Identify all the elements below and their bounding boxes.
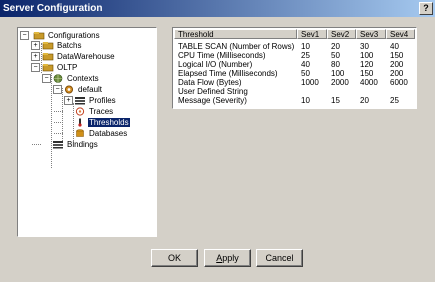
tree-line bbox=[51, 73, 52, 168]
cell-sev2[interactable]: 50 bbox=[327, 51, 356, 60]
tree-label: OLTP bbox=[57, 63, 78, 72]
tree-label: Configurations bbox=[48, 31, 100, 40]
table-row[interactable]: TABLE SCAN (Number of Rows) 10 20 30 40 bbox=[174, 42, 415, 51]
table-row[interactable]: Logical I/O (Number) 40 80 120 200 bbox=[174, 60, 415, 69]
bindings-icon bbox=[53, 141, 63, 149]
collapse-icon[interactable]: − bbox=[53, 85, 62, 94]
cell-sev1[interactable]: 25 bbox=[297, 51, 327, 60]
cell-sev1[interactable]: 10 bbox=[297, 96, 327, 105]
database-icon bbox=[76, 129, 84, 137]
cell-threshold: User Defined String bbox=[178, 87, 248, 96]
cell-sev1[interactable]: 10 bbox=[297, 42, 327, 51]
globe-icon bbox=[53, 74, 63, 83]
column-header-sev2[interactable]: Sev2 bbox=[327, 29, 356, 39]
tree-label: Bindings bbox=[67, 140, 98, 149]
tree-line bbox=[54, 133, 63, 134]
cell-sev4[interactable]: 200 bbox=[386, 69, 415, 78]
grid-body: TABLE SCAN (Number of Rows) 10 20 30 40 … bbox=[174, 42, 415, 105]
cell-sev3[interactable] bbox=[356, 87, 386, 96]
tree-label: default bbox=[78, 85, 103, 94]
database-folder-icon bbox=[42, 42, 54, 50]
profiles-icon bbox=[75, 97, 85, 105]
collapse-icon[interactable]: − bbox=[31, 63, 40, 72]
traces-icon bbox=[75, 107, 85, 116]
window-title: Server Configuration bbox=[3, 3, 103, 14]
database-folder-icon bbox=[33, 32, 45, 40]
column-header-sev1[interactable]: Sev1 bbox=[297, 29, 327, 39]
expand-icon[interactable]: + bbox=[64, 96, 73, 105]
apply-button[interactable]: Apply bbox=[204, 249, 251, 267]
cell-sev1[interactable]: 1000 bbox=[297, 78, 327, 87]
cell-sev4[interactable]: 6000 bbox=[386, 78, 415, 87]
tree-label: Profiles bbox=[89, 96, 116, 105]
cell-sev3[interactable]: 30 bbox=[356, 42, 386, 51]
cell-sev1[interactable] bbox=[297, 87, 327, 96]
cancel-button[interactable]: Cancel bbox=[256, 249, 303, 267]
cell-sev4[interactable]: 40 bbox=[386, 42, 415, 51]
apply-label: pply bbox=[222, 253, 239, 263]
tree-label: Thresholds bbox=[88, 118, 130, 127]
cell-sev2[interactable]: 2000 bbox=[327, 78, 356, 87]
column-header-threshold[interactable]: Threshold bbox=[174, 29, 297, 39]
column-header-sev4[interactable]: Sev4 bbox=[386, 29, 415, 39]
config-tree[interactable]: − Configurations + Batchs + DataWarehous… bbox=[17, 27, 157, 237]
expand-icon[interactable]: + bbox=[31, 52, 40, 61]
database-folder-icon bbox=[42, 64, 54, 72]
gear-icon bbox=[65, 85, 73, 94]
table-row[interactable]: Message (Severity) 10 15 20 25 bbox=[174, 96, 415, 105]
tree-label: Contexts bbox=[67, 74, 99, 83]
thresholds-icon bbox=[78, 118, 82, 127]
cell-sev2[interactable]: 20 bbox=[327, 42, 356, 51]
collapse-icon[interactable]: − bbox=[20, 31, 29, 40]
ok-button[interactable]: OK bbox=[151, 249, 198, 267]
tree-label: Batchs bbox=[57, 41, 82, 50]
title-bar: Server Configuration ? bbox=[0, 0, 435, 17]
table-row[interactable]: User Defined String bbox=[174, 87, 415, 96]
cell-sev2[interactable]: 100 bbox=[327, 69, 356, 78]
table-row[interactable]: CPU Time (Milliseconds) 25 50 100 150 bbox=[174, 51, 415, 60]
cell-sev4[interactable]: 150 bbox=[386, 51, 415, 60]
tree-line bbox=[54, 122, 63, 123]
cell-threshold: CPU Time (Milliseconds) bbox=[178, 51, 266, 60]
cell-threshold: Data Flow (Bytes) bbox=[178, 78, 242, 87]
cell-sev3[interactable]: 150 bbox=[356, 69, 386, 78]
cell-sev2[interactable]: 15 bbox=[327, 96, 356, 105]
cell-sev2[interactable] bbox=[327, 87, 356, 96]
column-header-sev3[interactable]: Sev3 bbox=[356, 29, 386, 39]
cell-sev1[interactable]: 50 bbox=[297, 69, 327, 78]
cell-threshold: Message (Severity) bbox=[178, 96, 247, 105]
tree-line bbox=[54, 111, 63, 112]
grid-header: Threshold Sev1 Sev2 Sev3 Sev4 bbox=[174, 29, 415, 40]
cell-threshold: Logical I/O (Number) bbox=[178, 60, 253, 69]
database-folder-icon bbox=[42, 53, 54, 61]
collapse-icon[interactable]: − bbox=[42, 74, 51, 83]
cell-sev3[interactable]: 4000 bbox=[356, 78, 386, 87]
cell-sev2[interactable]: 80 bbox=[327, 60, 356, 69]
expand-icon[interactable]: + bbox=[31, 41, 40, 50]
cell-threshold: TABLE SCAN (Number of Rows) bbox=[178, 42, 295, 51]
tree-line bbox=[32, 144, 41, 145]
cell-threshold: Elapsed Time (Milliseconds) bbox=[178, 69, 278, 78]
cell-sev1[interactable]: 40 bbox=[297, 60, 327, 69]
cell-sev4[interactable]: 25 bbox=[386, 96, 415, 105]
tree-label: Traces bbox=[89, 107, 114, 116]
table-row[interactable]: Elapsed Time (Milliseconds) 50 100 150 2… bbox=[174, 69, 415, 78]
tree-label: Databases bbox=[89, 129, 128, 138]
tree-label: DataWarehouse bbox=[57, 52, 115, 61]
cell-sev3[interactable]: 120 bbox=[356, 60, 386, 69]
cell-sev3[interactable]: 20 bbox=[356, 96, 386, 105]
cell-sev4[interactable] bbox=[386, 87, 415, 96]
thresholds-grid[interactable]: Threshold Sev1 Sev2 Sev3 Sev4 TABLE SCAN… bbox=[172, 27, 417, 109]
help-button[interactable]: ? bbox=[419, 2, 433, 15]
cell-sev4[interactable]: 200 bbox=[386, 60, 415, 69]
cell-sev3[interactable]: 100 bbox=[356, 51, 386, 60]
table-row[interactable]: Data Flow (Bytes) 1000 2000 4000 6000 bbox=[174, 78, 415, 87]
tree-line bbox=[62, 88, 63, 143]
